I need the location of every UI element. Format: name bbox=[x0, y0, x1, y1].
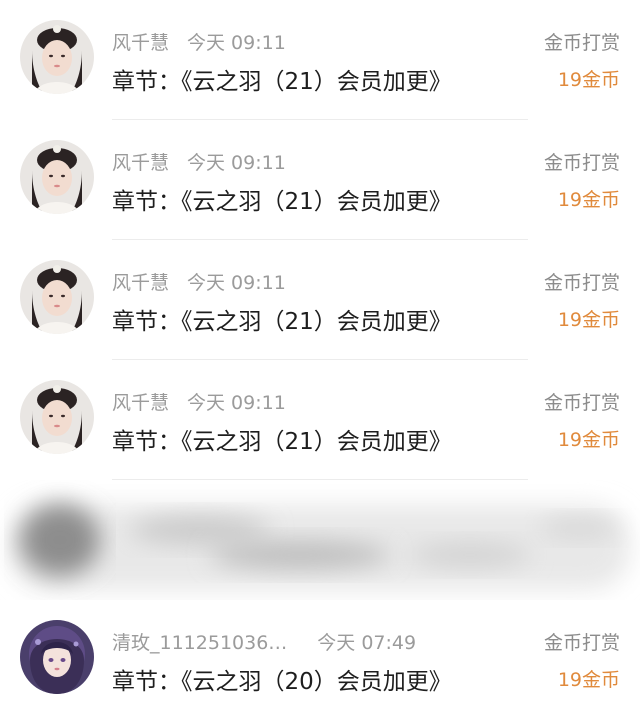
blurred-content bbox=[10, 504, 630, 590]
chapter-title[interactable]: 章节：《云之羽（21）会员加更》 bbox=[112, 302, 452, 336]
coin-amount: 19金币 bbox=[557, 429, 620, 451]
illustrated-girl-avatar-icon bbox=[20, 620, 94, 694]
reward-type: 金币打赏 bbox=[543, 32, 620, 54]
timestamp: 今天 09:11 bbox=[187, 392, 286, 414]
record-meta: 风千慧 今天 09:11 bbox=[112, 388, 286, 415]
redacted-row bbox=[0, 480, 640, 600]
user-avatar[interactable] bbox=[20, 380, 94, 454]
record-meta: 风千慧 今天 09:11 bbox=[112, 28, 286, 55]
user-avatar[interactable] bbox=[20, 260, 94, 334]
reward-record-row[interactable]: 清玫_111251036… 今天 07:49 章节：《云之羽（20）会员加更》 金… bbox=[0, 600, 640, 720]
woman-portrait-avatar-icon bbox=[20, 380, 94, 454]
user-avatar[interactable] bbox=[20, 140, 94, 214]
reward-type: 金币打赏 bbox=[543, 632, 620, 654]
timestamp: 今天 09:11 bbox=[187, 272, 286, 294]
reward-record-row[interactable]: 风千慧 今天 09:11 章节：《云之羽（21）会员加更》 金币打赏 19金币 bbox=[0, 360, 640, 480]
username[interactable]: 风千慧 bbox=[112, 152, 169, 174]
record-meta: 风千慧 今天 09:11 bbox=[112, 148, 286, 175]
chapter-title[interactable]: 章节：《云之羽（21）会员加更》 bbox=[112, 182, 452, 216]
reward-record-row[interactable]: 风千慧 今天 09:11 章节：《云之羽（21）会员加更》 金币打赏 19金币 bbox=[0, 120, 640, 240]
record-meta: 风千慧 今天 09:11 bbox=[112, 268, 286, 295]
timestamp: 今天 09:11 bbox=[187, 152, 286, 174]
reward-type: 金币打赏 bbox=[543, 152, 620, 174]
user-avatar[interactable] bbox=[20, 20, 94, 94]
coin-amount: 19金币 bbox=[557, 69, 620, 91]
timestamp: 今天 07:49 bbox=[317, 632, 417, 654]
woman-portrait-avatar-icon bbox=[20, 260, 94, 334]
username[interactable]: 风千慧 bbox=[112, 32, 169, 54]
reward-record-row[interactable]: 风千慧 今天 09:11 章节：《云之羽（21）会员加更》 金币打赏 19金币 bbox=[0, 0, 640, 120]
coin-amount: 19金币 bbox=[557, 309, 620, 331]
username[interactable]: 风千慧 bbox=[112, 272, 169, 294]
user-avatar[interactable] bbox=[20, 620, 94, 694]
chapter-title[interactable]: 章节：《云之羽（20）会员加更》 bbox=[112, 662, 452, 696]
reward-record-row[interactable]: 风千慧 今天 09:11 章节：《云之羽（21）会员加更》 金币打赏 19金币 bbox=[0, 240, 640, 360]
coin-amount: 19金币 bbox=[557, 669, 620, 691]
woman-portrait-avatar-icon bbox=[20, 140, 94, 214]
chapter-title[interactable]: 章节：《云之羽（21）会员加更》 bbox=[112, 62, 452, 96]
username[interactable]: 风千慧 bbox=[112, 392, 169, 414]
reward-type: 金币打赏 bbox=[543, 392, 620, 414]
coin-amount: 19金币 bbox=[557, 189, 620, 211]
reward-type: 金币打赏 bbox=[543, 272, 620, 294]
chapter-title[interactable]: 章节：《云之羽（21）会员加更》 bbox=[112, 422, 452, 456]
woman-portrait-avatar-icon bbox=[20, 20, 94, 94]
reward-record-list: 风千慧 今天 09:11 章节：《云之羽（21）会员加更》 金币打赏 19金币 风… bbox=[0, 0, 640, 709]
username[interactable]: 清玫_111251036… bbox=[112, 632, 287, 654]
timestamp: 今天 09:11 bbox=[187, 32, 286, 54]
record-meta: 清玫_111251036… 今天 07:49 bbox=[112, 628, 416, 655]
